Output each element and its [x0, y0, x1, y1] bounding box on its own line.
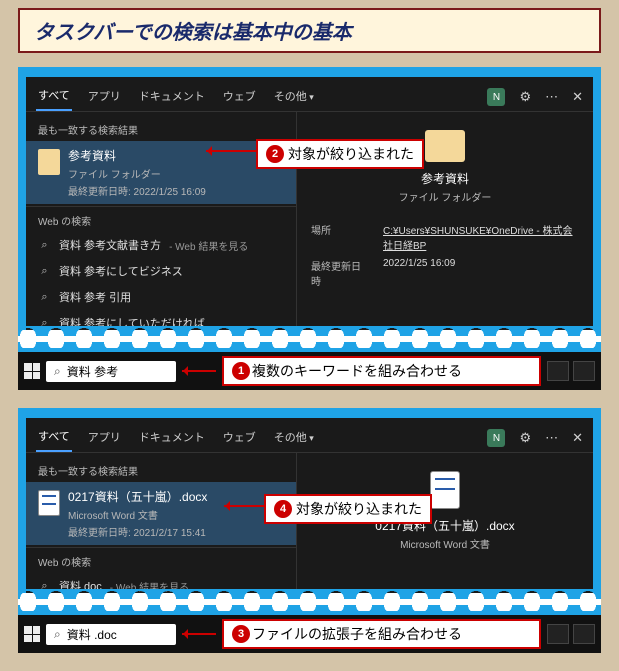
taskbar-search[interactable]: ⌕ — [46, 624, 176, 645]
meta-label-location: 場所 — [311, 222, 367, 252]
result-meta: 最終更新日時: 2021/2/17 15:41 — [68, 524, 284, 539]
tab-documents[interactable]: ドキュメント — [137, 425, 207, 451]
result-title: 0217資料（五十嵐）.docx — [68, 488, 284, 505]
start-button[interactable] — [24, 626, 40, 642]
meta-value-location[interactable]: C:¥Users¥SHUNSUKE¥OneDrive - 株式会社日経BP — [383, 222, 579, 252]
tab-documents[interactable]: ドキュメント — [137, 84, 207, 110]
callout-arrow — [182, 370, 216, 372]
web-query: 資料 参考文献書き方 — [59, 237, 161, 253]
search-icon: ⌕ — [54, 364, 61, 379]
best-match-row[interactable]: 0217資料（五十嵐）.docx Microsoft Word 文書 最終更新日… — [26, 482, 296, 545]
word-doc-icon — [430, 471, 460, 509]
folder-icon — [38, 149, 60, 175]
screenshot-2: すべて アプリ ドキュメント ウェブ その他 N ⚙ ⋯ ✕ 最も一致する検索結… — [18, 408, 601, 653]
tab-more[interactable]: その他 — [272, 425, 316, 451]
section-web-search: Web の検索 — [26, 550, 296, 573]
search-icon: ⌕ — [38, 291, 51, 304]
more-icon[interactable]: ⋯ — [545, 89, 558, 105]
torn-edge — [18, 330, 601, 348]
badge-2: 2 — [266, 145, 284, 163]
section-best-match: 最も一致する検索結果 — [26, 459, 296, 482]
page-title: タスクバーでの検索は基本中の基本 — [18, 8, 601, 53]
tab-web[interactable]: ウェブ — [221, 425, 258, 451]
system-tray — [547, 624, 595, 644]
options-icon[interactable]: ⚙ — [519, 430, 531, 446]
search-input[interactable] — [67, 364, 157, 378]
badge-1: 1 — [232, 362, 250, 380]
web-result-row[interactable]: ⌕ 資料 参考にしてビジネス — [26, 258, 296, 284]
search-tabs: すべて アプリ ドキュメント ウェブ その他 N ⚙ ⋯ ✕ — [26, 77, 593, 111]
tab-all[interactable]: すべて — [36, 83, 72, 111]
folder-icon — [425, 130, 465, 162]
callout-3: 3 ファイルの拡張子を組み合わせる — [222, 619, 541, 649]
result-meta: 最終更新日時: 2022/1/25 16:09 — [68, 183, 284, 198]
start-button[interactable] — [24, 363, 40, 379]
taskbar-search[interactable]: ⌕ — [46, 361, 176, 382]
tray-item[interactable] — [547, 624, 569, 644]
account-badge[interactable]: N — [487, 429, 505, 447]
web-result-row[interactable]: ⌕ 資料 参考文献書き方 - Web 結果を見る — [26, 232, 296, 258]
result-subtitle: Microsoft Word 文書 — [68, 507, 284, 522]
tray-item[interactable] — [573, 624, 595, 644]
tray-item[interactable] — [547, 361, 569, 381]
search-input[interactable] — [67, 627, 157, 641]
screenshot-1: すべて アプリ ドキュメント ウェブ その他 N ⚙ ⋯ ✕ 最も一致する検索結… — [18, 67, 601, 390]
callout-arrow — [206, 150, 256, 152]
callout-2: 2 対象が絞り込まれた — [256, 139, 424, 169]
torn-edge — [18, 593, 601, 611]
system-tray — [547, 361, 595, 381]
search-panel: すべて アプリ ドキュメント ウェブ その他 N ⚙ ⋯ ✕ 最も一致する検索結… — [26, 418, 593, 599]
section-best-match: 最も一致する検索結果 — [26, 118, 296, 141]
tab-apps[interactable]: アプリ — [86, 84, 123, 110]
tab-more[interactable]: その他 — [272, 84, 316, 110]
web-hint: - Web 結果を見る — [169, 238, 248, 253]
tab-web[interactable]: ウェブ — [221, 84, 258, 110]
taskbar: ⌕ 1 複数のキーワードを組み合わせる — [18, 352, 601, 390]
callout-text: ファイルの拡張子を組み合わせる — [252, 624, 462, 644]
account-badge[interactable]: N — [487, 88, 505, 106]
meta-label-updated: 最終更新日時 — [311, 258, 367, 288]
close-icon[interactable]: ✕ — [572, 89, 583, 105]
badge-3: 3 — [232, 625, 250, 643]
tray-item[interactable] — [573, 361, 595, 381]
preview-subtitle: ファイル フォルダー — [311, 189, 579, 204]
preview-title: 参考資料 — [311, 170, 579, 187]
result-subtitle: ファイル フォルダー — [68, 166, 284, 181]
callout-text: 対象が絞り込まれた — [296, 499, 422, 519]
callout-4: 4 対象が絞り込まれた — [264, 494, 432, 524]
callout-text: 複数のキーワードを組み合わせる — [252, 361, 462, 381]
more-icon[interactable]: ⋯ — [545, 430, 558, 446]
search-tabs: すべて アプリ ドキュメント ウェブ その他 N ⚙ ⋯ ✕ — [26, 418, 593, 452]
word-doc-icon — [38, 490, 60, 516]
tab-all[interactable]: すべて — [36, 424, 72, 452]
web-result-row[interactable]: ⌕ 資料 参考 引用 — [26, 284, 296, 310]
callout-arrow — [182, 633, 216, 635]
preview-subtitle: Microsoft Word 文書 — [311, 536, 579, 551]
badge-4: 4 — [274, 500, 292, 518]
tab-apps[interactable]: アプリ — [86, 425, 123, 451]
callout-text: 対象が絞り込まれた — [288, 144, 414, 164]
search-icon: ⌕ — [54, 627, 61, 642]
preview-column: 0217資料（五十嵐）.docx Microsoft Word 文書 — [296, 453, 593, 599]
search-panel: すべて アプリ ドキュメント ウェブ その他 N ⚙ ⋯ ✕ 最も一致する検索結… — [26, 77, 593, 336]
search-icon: ⌕ — [38, 265, 51, 278]
options-icon[interactable]: ⚙ — [519, 89, 531, 105]
search-icon: ⌕ — [38, 239, 51, 252]
web-query: 資料 参考にしてビジネス — [59, 263, 183, 279]
taskbar: ⌕ 3 ファイルの拡張子を組み合わせる — [18, 615, 601, 653]
results-column: 最も一致する検索結果 0217資料（五十嵐）.docx Microsoft Wo… — [26, 453, 296, 599]
callout-1: 1 複数のキーワードを組み合わせる — [222, 356, 541, 386]
meta-value-updated: 2022/1/25 16:09 — [383, 258, 579, 288]
close-icon[interactable]: ✕ — [572, 430, 583, 446]
web-query: 資料 参考 引用 — [59, 289, 131, 305]
section-web-search: Web の検索 — [26, 209, 296, 232]
callout-arrow — [224, 505, 264, 507]
